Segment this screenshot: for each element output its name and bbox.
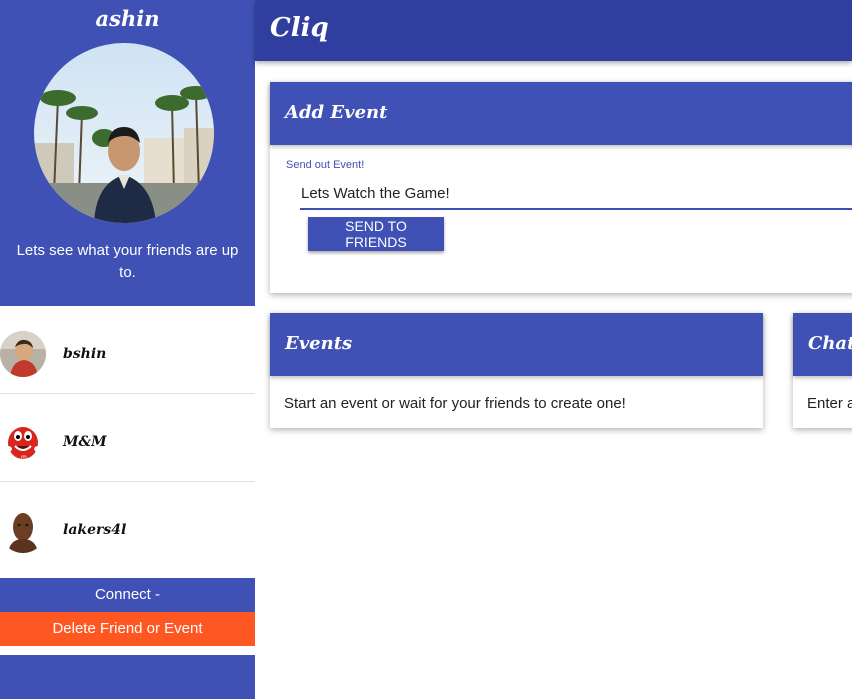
events-header: Events — [270, 313, 763, 376]
chat-card: Chat Enter a — [793, 313, 852, 428]
chat-header: Chat — [793, 313, 852, 376]
event-field-label: Send out Event! — [286, 159, 365, 171]
friend-avatar: m — [0, 419, 46, 465]
app-header: Cliq — [255, 0, 852, 61]
events-card: Events Start an event or wait for your f… — [270, 313, 763, 428]
events-title: Events — [285, 333, 353, 354]
add-event-header: Add Event — [270, 82, 852, 145]
friend-avatar — [0, 507, 46, 553]
profile-tagline: Lets see what your friends are up to. — [16, 242, 239, 281]
friend-list: bshin m M&M lakers4l — [0, 306, 255, 578]
add-event-card: Add Event Send out Event! SEND TO FRIEND… — [270, 82, 852, 293]
delete-friend-or-event-button[interactable]: Delete Friend or Event — [0, 612, 255, 646]
friend-item[interactable]: lakers4l — [0, 482, 255, 569]
connect-button[interactable]: Connect - — [0, 578, 255, 612]
chat-title: Chat — [808, 333, 852, 354]
profile-username: ashin — [95, 6, 160, 31]
friend-avatar — [0, 331, 46, 377]
app-title: Cliq — [270, 13, 329, 43]
event-input[interactable] — [300, 178, 852, 210]
friend-name: lakers4l — [63, 522, 127, 538]
sidebar-divider — [0, 646, 255, 655]
friend-name: bshin — [63, 346, 107, 362]
friend-name: M&M — [63, 434, 107, 450]
friend-item[interactable]: bshin — [0, 306, 255, 394]
friend-item[interactable]: m M&M — [0, 394, 255, 482]
events-empty-text: Start an event or wait for your friends … — [284, 395, 626, 412]
svg-text:m: m — [21, 454, 27, 461]
sidebar: ashin Lets see what your friends are up … — [0, 0, 255, 699]
send-to-friends-button[interactable]: SEND TO FRIENDS — [308, 217, 444, 251]
chat-placeholder-text[interactable]: Enter a — [807, 395, 852, 412]
profile-avatar — [34, 43, 214, 223]
add-event-title: Add Event — [285, 102, 388, 123]
